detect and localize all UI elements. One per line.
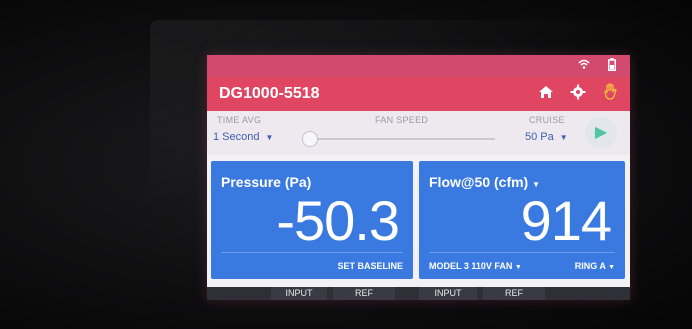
tab-input-pressure[interactable]: INPUT	[271, 287, 327, 300]
time-avg-value: 1 Second	[213, 131, 260, 143]
fan-model-value: MODEL 3 110V FAN	[429, 261, 513, 271]
tab-input-flow[interactable]: INPUT	[419, 287, 477, 300]
hand-icon[interactable]	[600, 83, 620, 105]
play-icon: ▶	[594, 124, 608, 141]
tab-ref-flow[interactable]: REF	[483, 287, 545, 300]
flow-value: 914	[520, 189, 612, 252]
fan-model-select[interactable]: MODEL 3 110V FAN ▼	[429, 261, 522, 271]
chevron-down-icon: ▼	[532, 180, 541, 189]
pressure-panel[interactable]: Pressure (Pa) -50.3 SET BASELINE	[211, 161, 413, 279]
battery-icon	[608, 58, 616, 74]
flow-title: Flow@50 (cfm)	[429, 174, 529, 190]
fan-speed-label: FAN SPEED	[375, 115, 429, 125]
play-button[interactable]: ▶	[585, 117, 617, 149]
cruise-value: 50 Pa	[525, 131, 554, 143]
pressure-title: Pressure (Pa)	[221, 174, 312, 190]
gear-icon[interactable]	[568, 84, 588, 104]
flow-panel[interactable]: Flow@50 (cfm) ▼ 914 MODEL 3 110V FAN ▼ R…	[419, 161, 625, 279]
bottom-tab-bar: INPUT REF INPUT REF	[207, 287, 630, 300]
control-row: TIME AVG 1 Second ▼ FAN SPEED CRUISE 50 P…	[207, 111, 630, 155]
set-baseline-button[interactable]: SET BASELINE	[337, 261, 403, 271]
title-bar: DG1000-5518	[207, 77, 630, 111]
chevron-down-icon: ▼	[559, 133, 568, 142]
pressure-value: -50.3	[276, 189, 400, 252]
time-avg-label: TIME AVG	[217, 115, 262, 125]
status-bar	[207, 55, 630, 77]
wifi-icon	[578, 58, 590, 74]
flow-title-select[interactable]: Flow@50 (cfm) ▼	[429, 174, 540, 190]
cruise-label: CRUISE	[529, 115, 565, 125]
ring-value: RING A	[574, 261, 606, 271]
divider	[429, 252, 615, 253]
fan-speed-track[interactable]	[307, 138, 495, 140]
home-icon[interactable]	[536, 84, 556, 104]
divider	[221, 252, 403, 253]
device-screen: DG1000-5518 TIME AVG 1 Second ▼ FAN SPEED…	[207, 55, 630, 300]
cruise-select[interactable]: 50 Pa ▼	[525, 131, 568, 143]
time-avg-select[interactable]: 1 Second ▼	[213, 131, 273, 143]
ring-select[interactable]: RING A ▼	[575, 261, 615, 271]
tab-ref-pressure[interactable]: REF	[333, 287, 395, 300]
chevron-down-icon: ▼	[608, 264, 615, 271]
fan-speed-slider[interactable]	[302, 131, 318, 147]
chevron-down-icon: ▼	[514, 264, 522, 271]
device-id-title: DG1000-5518	[219, 85, 320, 102]
chevron-down-icon: ▼	[265, 133, 274, 142]
